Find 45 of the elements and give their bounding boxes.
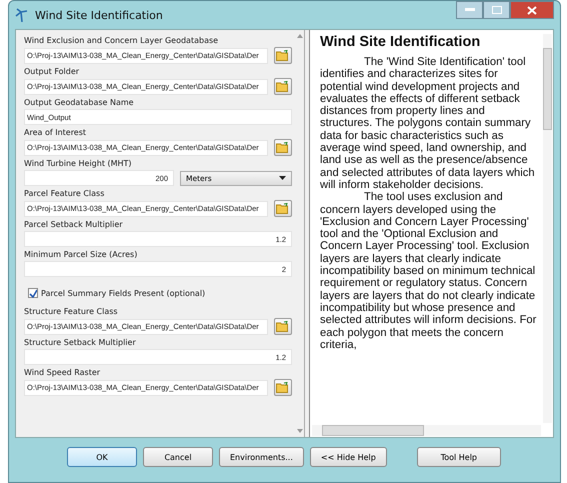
browse-button[interactable]	[274, 78, 292, 95]
folder-icon	[276, 81, 290, 92]
caret-icon	[279, 176, 286, 180]
browse-button[interactable]	[274, 47, 292, 64]
browse-button[interactable]	[274, 200, 292, 217]
maximize-button[interactable]	[483, 1, 510, 19]
window-title: Wind Site Identification	[35, 8, 163, 22]
field-label: Wind Exclusion and Concern Layer Geodatabase	[24, 36, 220, 45]
checkbox[interactable]	[28, 288, 38, 298]
dialog-button[interactable]: OK	[67, 447, 137, 467]
field-label: Output Folder	[24, 67, 80, 76]
folder-icon	[276, 50, 290, 61]
minimize-button[interactable]	[456, 1, 483, 19]
help-paragraph: The 'Wind Site Identification' tool identifies and characterizes sites for potential wind development projects and evaluates the effects of different setback distances from property lines and structures. The polygons contain summary data for basic characteristics such as average wind speed, land ownership, and land use as well as the presence/absence and selected attributes of data layers which will inform stakeholder decisions.	[320, 56, 536, 192]
field-label: Wind Speed Raster	[24, 368, 102, 377]
close-icon	[527, 6, 537, 14]
browse-button[interactable]	[274, 379, 292, 396]
field-label: Structure Feature Class	[24, 307, 119, 316]
dialog-button[interactable]: << Hide Help	[310, 447, 387, 467]
field-label: Area of Interest	[24, 128, 88, 137]
field-label: Parcel Feature Class	[24, 189, 106, 198]
tool-help-button[interactable]: Tool Help	[416, 447, 501, 467]
help-title: Wind Site Identification	[320, 34, 482, 50]
field-label: Wind Turbine Height (MHT)	[24, 159, 133, 168]
field-label: Structure Setback Multiplier	[24, 338, 137, 347]
scroll-down-icon	[297, 429, 303, 433]
close-button[interactable]	[510, 1, 554, 19]
minimize-icon	[464, 8, 474, 12]
maximize-icon	[492, 6, 502, 14]
folder-icon	[276, 203, 290, 214]
field-label: Output Geodatabase Name	[24, 98, 135, 107]
field-label: Minimum Parcel Size (Acres)	[24, 250, 138, 259]
folder-icon	[276, 142, 290, 153]
dialog-button[interactable]: Environments...	[219, 447, 304, 467]
folder-icon	[276, 382, 290, 393]
browse-button[interactable]	[274, 139, 292, 156]
help-paragraph: The tool uses exclusion and concern layers developed using the 'Exclusion and Concern Layer Processing' tool and the 'Optional Exclusion and Concern Layer Processing' tool. Exclusion layers are layers that clearly indicate incompatibility based on minimum technical requirement or regulatory status. Concern layers are layers that do not clearly indicate incompatibility but whose presence and selected attributes will inform decisions. For each polygon that meets the concern criteria,	[320, 191, 538, 352]
checkbox-label: Parcel Summary Fields Present (optional)	[41, 288, 206, 298]
scrollbar[interactable]	[543, 34, 552, 423]
browse-button[interactable]	[274, 318, 292, 335]
scroll-up-icon	[297, 34, 303, 38]
dialog-button[interactable]: Cancel	[143, 447, 213, 467]
scrollbar[interactable]	[312, 425, 541, 436]
folder-icon	[276, 321, 290, 332]
field-label: Parcel Setback Multiplier	[24, 220, 124, 229]
